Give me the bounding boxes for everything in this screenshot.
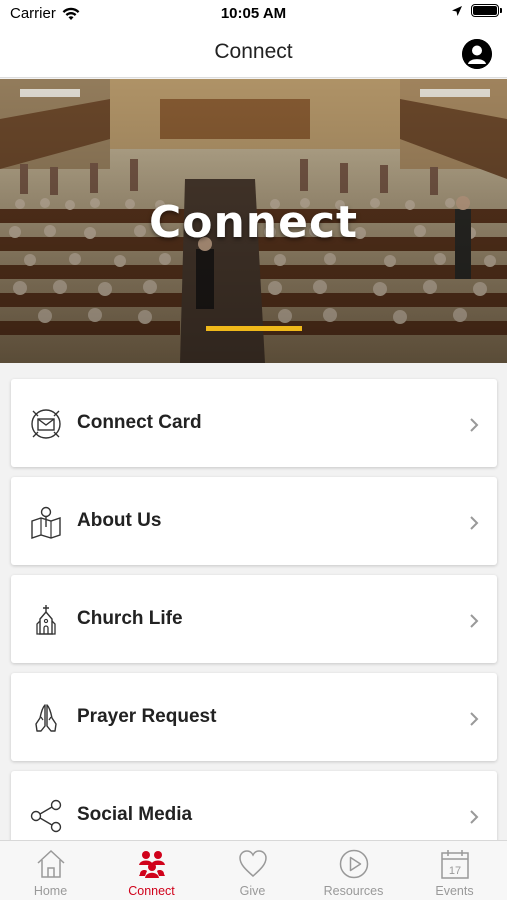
tab-bar: Home Connect Give Resources 17 Events (0, 840, 507, 900)
hero-banner: Connect (0, 79, 507, 363)
menu-item-prayer-request[interactable]: Prayer Request (11, 673, 497, 761)
calendar-day: 17 (449, 865, 461, 877)
menu-item-church-life[interactable]: Church Life (11, 575, 497, 663)
tab-resources[interactable]: Resources (303, 841, 404, 900)
menu-item-label: About Us (77, 510, 162, 531)
tab-label: Events (435, 884, 474, 898)
chevron-right-icon (470, 418, 479, 432)
profile-button[interactable] (462, 39, 492, 69)
play-icon (339, 849, 369, 879)
tab-label: Give (239, 884, 266, 898)
chevron-right-icon (470, 712, 479, 726)
calendar-icon: 17 (441, 850, 469, 879)
map-pin-icon (31, 506, 61, 539)
heart-icon (239, 850, 267, 877)
tab-connect[interactable]: Connect (101, 841, 202, 900)
tab-label: Resources (323, 884, 384, 898)
chevron-right-icon (470, 810, 479, 824)
menu-item-label: Connect Card (77, 412, 202, 433)
menu-item-label: Social Media (77, 804, 193, 825)
menu-item-connect-card[interactable]: Connect Card (11, 379, 497, 467)
tab-label: Home (33, 884, 68, 898)
status-bar: Carrier 10:05 AM (0, 0, 507, 30)
user-icon (462, 39, 492, 69)
church-icon (36, 605, 56, 635)
menu-item-label: Prayer Request (77, 706, 217, 727)
tab-events[interactable]: 17 Events (404, 841, 505, 900)
tab-home[interactable]: Home (0, 841, 101, 900)
share-icon (30, 799, 62, 833)
hero-underline (206, 326, 302, 331)
nav-bar: Connect (0, 30, 507, 78)
connect-card-icon (31, 409, 61, 439)
chevron-right-icon (470, 516, 479, 530)
status-time: 10:05 AM (220, 5, 287, 22)
location-arrow-icon (452, 5, 462, 16)
home-icon (37, 849, 65, 878)
battery-icon (471, 4, 502, 17)
menu-item-label: Church Life (77, 608, 183, 629)
people-icon (139, 851, 165, 878)
menu-item-about-us[interactable]: About Us (11, 477, 497, 565)
page-title: Connect (214, 40, 293, 63)
praying-hands-icon (35, 704, 57, 732)
chevron-right-icon (470, 614, 479, 628)
status-right (451, 4, 502, 17)
tab-give[interactable]: Give (202, 841, 303, 900)
tab-label: Connect (128, 884, 175, 898)
hero-title: Connect (148, 197, 359, 248)
